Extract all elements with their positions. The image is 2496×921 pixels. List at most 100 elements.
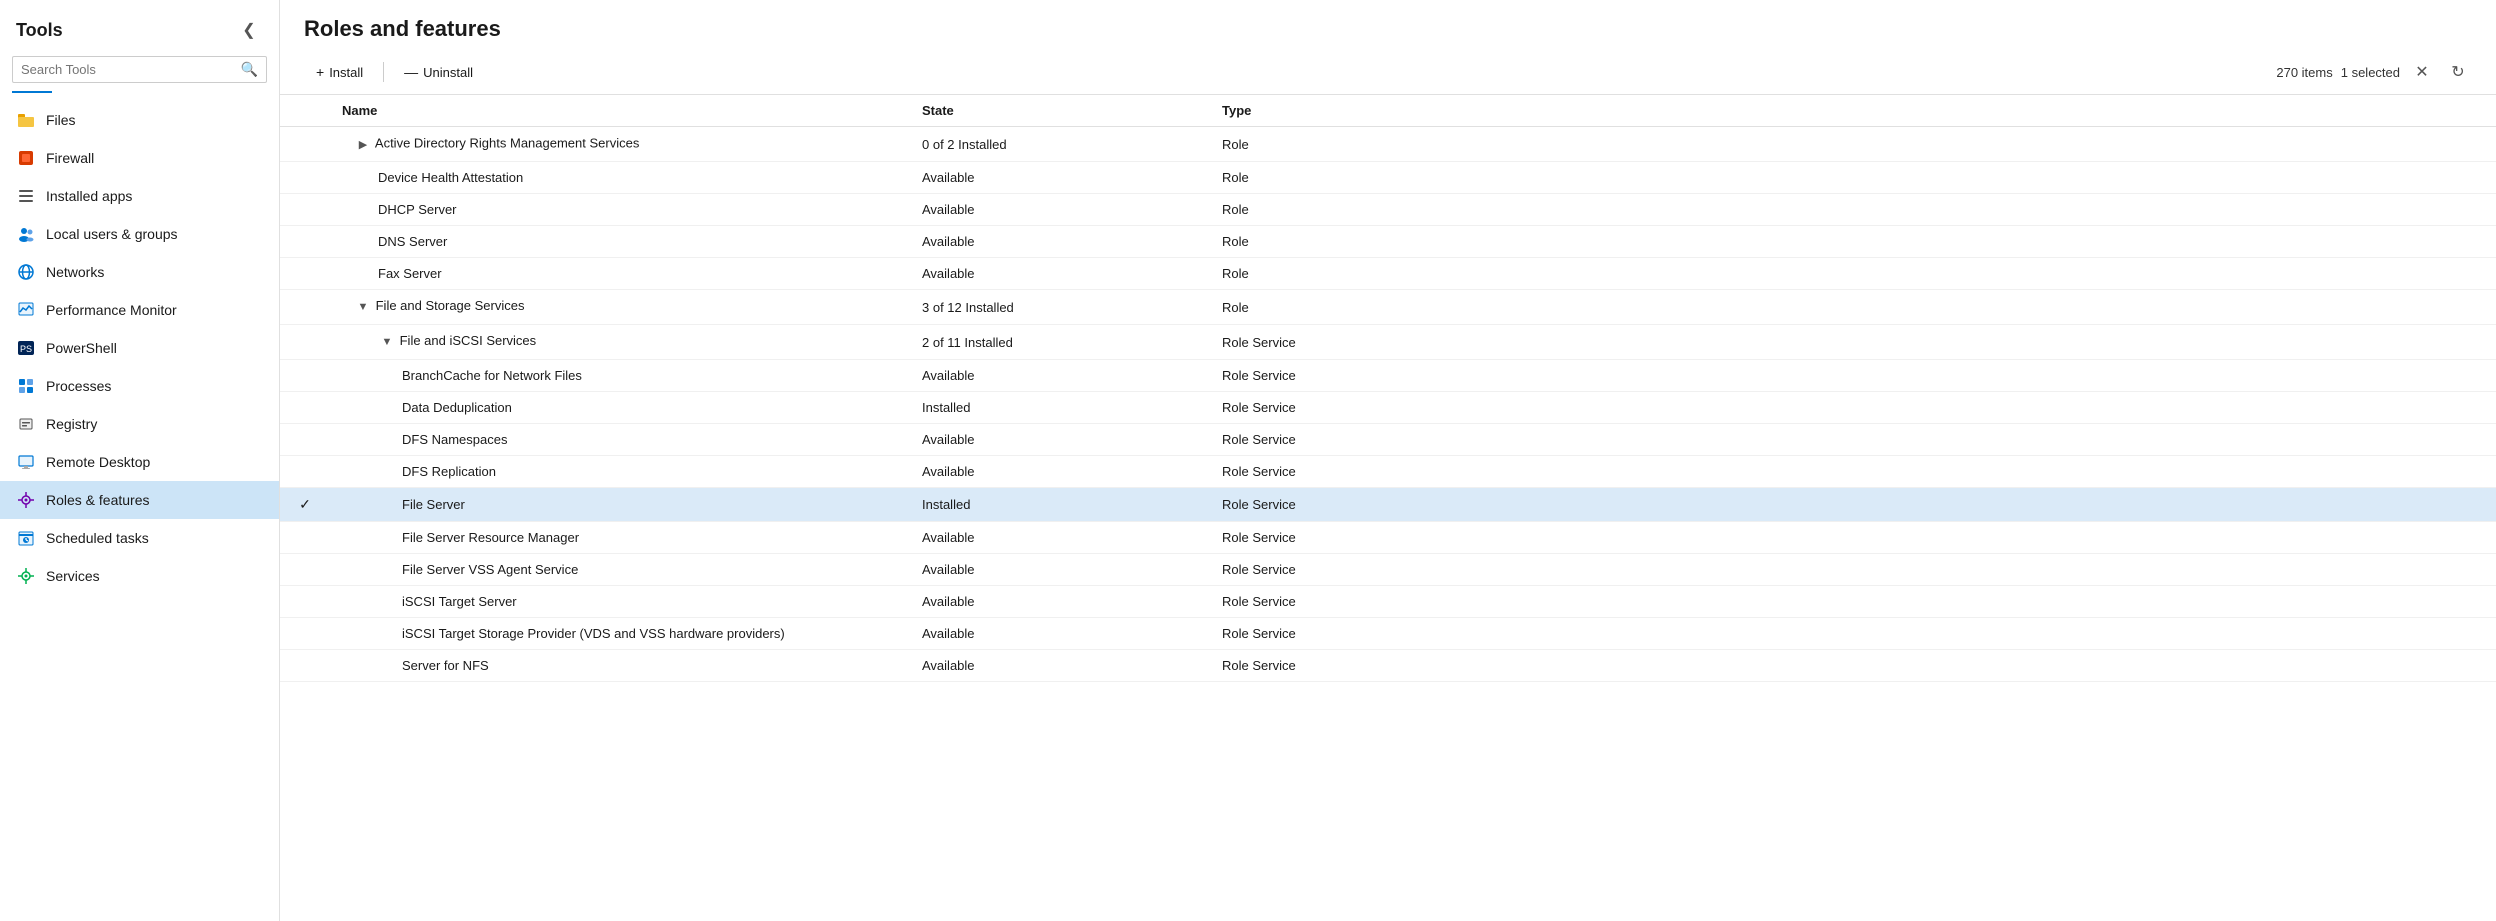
sidebar-item-processes[interactable]: Processes — [0, 367, 279, 405]
row-name-cell: ▼ File and iSCSI Services — [330, 325, 910, 360]
row-checkbox-cell — [280, 290, 330, 325]
table-row[interactable]: DHCP ServerAvailableRole — [280, 194, 2496, 226]
row-name-cell: File Server Resource Manager — [330, 522, 910, 554]
row-name-cell: BranchCache for Network Files — [330, 360, 910, 392]
refresh-button[interactable]: ↻ — [2444, 58, 2472, 86]
services-icon — [16, 566, 36, 586]
uninstall-icon: — — [404, 64, 418, 80]
col-type: Type — [1210, 95, 2496, 127]
row-type-cell: Role — [1210, 162, 2496, 194]
install-button[interactable]: + Install — [304, 59, 375, 85]
sidebar-item-local-users[interactable]: Local users & groups — [0, 215, 279, 253]
row-name-cell: DHCP Server — [330, 194, 910, 226]
row-type-cell: Role Service — [1210, 522, 2496, 554]
table-row[interactable]: File Server Resource ManagerAvailableRol… — [280, 522, 2496, 554]
sidebar-item-services[interactable]: Services — [0, 557, 279, 595]
table-row[interactable]: Fax ServerAvailableRole — [280, 258, 2496, 290]
row-state-cell: Installed — [910, 488, 1210, 522]
row-state-cell: Available — [910, 194, 1210, 226]
sidebar-item-roles-features[interactable]: Roles & features — [0, 481, 279, 519]
table-row[interactable]: DFS ReplicationAvailableRole Service — [280, 456, 2496, 488]
sidebar-item-label-roles-features: Roles & features — [46, 492, 150, 508]
table-row[interactable]: iSCSI Target Storage Provider (VDS and V… — [280, 618, 2496, 650]
sidebar-item-label-performance-monitor: Performance Monitor — [46, 302, 177, 318]
row-checkbox-cell: ✓ — [280, 488, 330, 522]
firewall-icon — [16, 148, 36, 168]
search-icon: 🔍 — [241, 61, 258, 78]
sidebar-header: Tools ❮ — [0, 0, 279, 52]
sidebar-item-label-local-users: Local users & groups — [46, 226, 178, 242]
sidebar-item-label-registry: Registry — [46, 416, 97, 432]
row-checkbox-cell — [280, 650, 330, 682]
row-type-cell: Role — [1210, 290, 2496, 325]
sidebar-item-firewall[interactable]: Firewall — [0, 139, 279, 177]
uninstall-button[interactable]: — Uninstall — [392, 59, 485, 85]
main-content: Roles and features + Install — Uninstall… — [280, 0, 2496, 921]
table-row[interactable]: Server for NFSAvailableRole Service — [280, 650, 2496, 682]
clear-selection-button[interactable]: ✕ — [2408, 58, 2436, 86]
table-row[interactable]: Device Health AttestationAvailableRole — [280, 162, 2496, 194]
sidebar-divider — [12, 91, 52, 93]
table-row[interactable]: iSCSI Target ServerAvailableRole Service — [280, 586, 2496, 618]
row-name-cell: File Server — [330, 488, 910, 522]
row-name-cell: Data Deduplication — [330, 392, 910, 424]
row-state-cell: Available — [910, 586, 1210, 618]
sidebar-item-label-files: Files — [46, 112, 76, 128]
sidebar-item-powershell[interactable]: PSPowerShell — [0, 329, 279, 367]
table-row[interactable]: BranchCache for Network FilesAvailableRo… — [280, 360, 2496, 392]
item-count: 270 items — [2276, 65, 2332, 80]
sidebar-item-label-firewall: Firewall — [46, 150, 94, 166]
row-type-cell: Role Service — [1210, 456, 2496, 488]
row-state-cell: Available — [910, 360, 1210, 392]
table-row[interactable]: Data DeduplicationInstalledRole Service — [280, 392, 2496, 424]
row-checkbox-cell — [280, 392, 330, 424]
expand-button[interactable]: ▼ — [354, 298, 372, 316]
sidebar-item-installed-apps[interactable]: Installed apps — [0, 177, 279, 215]
sidebar-item-networks[interactable]: Networks — [0, 253, 279, 291]
sidebar-item-remote-desktop[interactable]: Remote Desktop — [0, 443, 279, 481]
powershell-icon: PS — [16, 338, 36, 358]
search-input[interactable] — [21, 62, 241, 77]
table-row[interactable]: ▼ File and Storage Services3 of 12 Insta… — [280, 290, 2496, 325]
roles-features-icon — [16, 490, 36, 510]
row-state-cell: Available — [910, 618, 1210, 650]
row-type-cell: Role Service — [1210, 618, 2496, 650]
sidebar-collapse-button[interactable]: ❮ — [235, 16, 263, 44]
sidebar-item-files[interactable]: Files — [0, 101, 279, 139]
table-row[interactable]: DFS NamespacesAvailableRole Service — [280, 424, 2496, 456]
installed-apps-icon — [16, 186, 36, 206]
row-name-cell: iSCSI Target Server — [330, 586, 910, 618]
expand-button[interactable]: ▶ — [354, 135, 372, 153]
row-state-cell: Available — [910, 162, 1210, 194]
table-row[interactable]: File Server VSS Agent ServiceAvailableRo… — [280, 554, 2496, 586]
selected-count: 1 selected — [2341, 65, 2400, 80]
page-title: Roles and features — [304, 16, 2472, 42]
sidebar-item-registry[interactable]: Registry — [0, 405, 279, 443]
row-checkbox-cell — [280, 360, 330, 392]
sidebar-item-label-installed-apps: Installed apps — [46, 188, 132, 204]
table-row[interactable]: DNS ServerAvailableRole — [280, 226, 2496, 258]
performance-monitor-icon — [16, 300, 36, 320]
local-users-icon — [16, 224, 36, 244]
row-state-cell: Installed — [910, 392, 1210, 424]
row-type-cell: Role Service — [1210, 650, 2496, 682]
sidebar-title: Tools — [16, 20, 63, 41]
row-type-cell: Role Service — [1210, 360, 2496, 392]
sidebar-item-scheduled-tasks[interactable]: Scheduled tasks — [0, 519, 279, 557]
row-type-cell: Role Service — [1210, 554, 2496, 586]
col-checkbox — [280, 95, 330, 127]
row-state-cell: Available — [910, 226, 1210, 258]
row-type-cell: Role Service — [1210, 586, 2496, 618]
sidebar-item-performance-monitor[interactable]: Performance Monitor — [0, 291, 279, 329]
expand-button[interactable]: ▼ — [378, 333, 396, 351]
table-container: Name State Type ▶ Active Directory Right… — [280, 95, 2496, 921]
row-state-cell: 2 of 11 Installed — [910, 325, 1210, 360]
sidebar-search-box[interactable]: 🔍 — [12, 56, 267, 83]
row-checkbox-cell — [280, 424, 330, 456]
table-row[interactable]: ▶ Active Directory Rights Management Ser… — [280, 127, 2496, 162]
row-type-cell: Role — [1210, 226, 2496, 258]
table-row[interactable]: ✓File ServerInstalledRole Service — [280, 488, 2496, 522]
sidebar-item-label-networks: Networks — [46, 264, 104, 280]
table-row[interactable]: ▼ File and iSCSI Services2 of 11 Install… — [280, 325, 2496, 360]
toolbar-separator — [383, 62, 384, 82]
